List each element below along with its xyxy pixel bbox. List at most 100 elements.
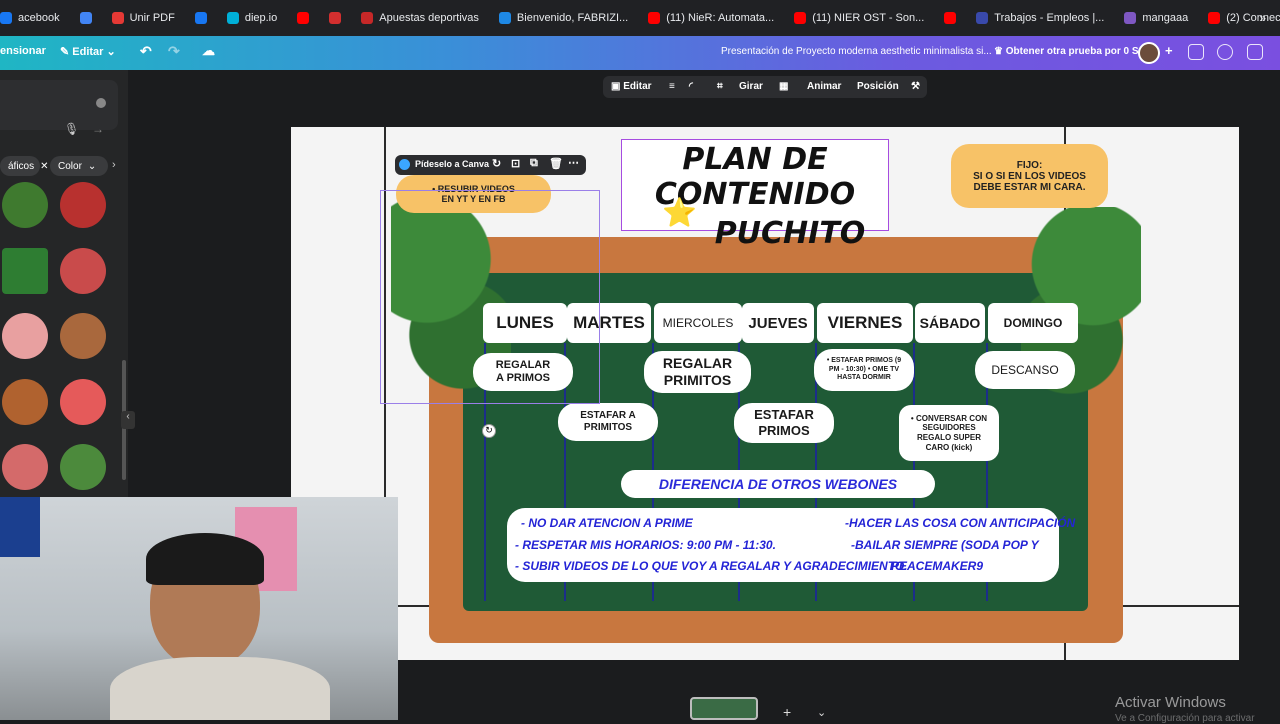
day-viernes[interactable]: VIERNES bbox=[817, 303, 913, 343]
bookmark-favicon-icon bbox=[1208, 12, 1221, 24]
comment-add-icon[interactable]: ↻ bbox=[492, 157, 501, 170]
bookmark-item[interactable]: mangaaa bbox=[1124, 12, 1188, 24]
lines-icon[interactable]: ≡ bbox=[669, 81, 675, 92]
delete-icon[interactable]: 🗑 bbox=[549, 157, 563, 170]
day-jueves[interactable]: JUEVES bbox=[742, 303, 814, 343]
paint-roller-icon[interactable]: ⚒ bbox=[911, 81, 920, 92]
day-label: SÁBADO bbox=[919, 315, 981, 331]
document-title[interactable]: Presentación de Proyecto moderna aesthet… bbox=[721, 46, 992, 57]
day-martes[interactable]: MARTES bbox=[567, 303, 651, 343]
bookmark-item[interactable]: Trabajos - Empleos |... bbox=[976, 12, 1104, 24]
bookmark-item[interactable] bbox=[297, 12, 310, 24]
close-icon[interactable]: ✕ bbox=[40, 161, 48, 172]
bookmark-label: Apuestas deportivas bbox=[379, 12, 479, 24]
rotate-handle-icon[interactable]: ↻ bbox=[482, 424, 496, 438]
corner-icon[interactable]: ◜ bbox=[689, 81, 693, 92]
filter-chip-color[interactable]: Color ⌄ bbox=[50, 156, 108, 176]
comment-icon[interactable] bbox=[1217, 44, 1233, 60]
add-collaborator-icon[interactable]: + bbox=[1165, 43, 1173, 58]
slide-title[interactable]: PLAN DE CONTENIDO PUCHITO ⭐ bbox=[621, 139, 889, 251]
redo-icon[interactable]: ↷ bbox=[168, 43, 180, 60]
wreath-sticker[interactable] bbox=[2, 182, 48, 228]
windows-activation-sub: Ve a Configuración para activar bbox=[1115, 713, 1255, 724]
candy-cane-sticker[interactable] bbox=[60, 378, 106, 425]
lock-icon[interactable]: ⊡ bbox=[511, 157, 520, 170]
bookmark-item[interactable]: (2) Connection faile... bbox=[1208, 12, 1280, 24]
bookmark-item[interactable] bbox=[194, 12, 207, 24]
bookmark-item[interactable]: Unir PDF bbox=[111, 12, 175, 24]
gingerbread-sticker[interactable] bbox=[2, 378, 48, 425]
resize-button[interactable]: ensionar bbox=[0, 45, 46, 57]
bookmark-item[interactable] bbox=[79, 12, 92, 24]
day-label: LUNES bbox=[496, 313, 554, 332]
bookmark-item[interactable]: (11) NIER OST - Son... bbox=[794, 12, 924, 24]
pill-estafar-ome[interactable]: • ESTAFAR PRIMOS (9 PM - 10:30) • OME TV… bbox=[814, 349, 914, 391]
transparency-icon[interactable]: ▦ bbox=[779, 81, 788, 92]
gift-sticker[interactable] bbox=[2, 444, 48, 491]
bookmark-item[interactable]: (11) NieR: Automata... bbox=[648, 12, 774, 24]
slide-thumbnail[interactable] bbox=[690, 697, 758, 720]
small-tree-sticker[interactable] bbox=[60, 444, 106, 491]
add-page-icon[interactable]: + bbox=[783, 704, 791, 720]
bookmark-item[interactable]: Apuestas deportivas bbox=[361, 12, 479, 24]
more-options-icon[interactable]: ⋯ bbox=[568, 156, 579, 169]
avatar[interactable] bbox=[1138, 42, 1160, 64]
duplicate-icon[interactable]: ⧉ bbox=[530, 157, 538, 170]
crop-icon[interactable]: ⌗ bbox=[717, 81, 723, 92]
bookmark-favicon-icon bbox=[1124, 12, 1137, 24]
bookmark-item[interactable] bbox=[329, 12, 342, 24]
present-icon[interactable] bbox=[1247, 44, 1263, 60]
cloud-save-icon[interactable]: ☁ bbox=[202, 43, 215, 59]
bookmark-label: mangaaa bbox=[1142, 12, 1189, 24]
pill-text: ESTAFAR PRIMOS bbox=[754, 407, 814, 438]
note-fijo-title: FIJO: bbox=[1016, 159, 1043, 171]
filter-chip-graphics[interactable]: áficos ✕ bbox=[0, 156, 49, 176]
bauble-sticker[interactable] bbox=[2, 313, 48, 360]
day-lunes[interactable]: LUNES bbox=[483, 303, 567, 343]
slide-canvas[interactable]: PLAN DE CONTENIDO PUCHITO ⭐ • RESUBIR VI… bbox=[291, 127, 1239, 660]
clear-icon[interactable] bbox=[96, 98, 106, 108]
pill-conversar[interactable]: • CONVERSAR CON SEGUIDORES REGALO SUPER … bbox=[899, 405, 999, 461]
bookmark-item[interactable]: diep.io bbox=[226, 12, 278, 24]
day-miercoles[interactable]: MIERCOLES bbox=[654, 303, 742, 343]
pill-regalar-primitos[interactable]: REGALAR PRIMITOS bbox=[644, 351, 751, 393]
bookmark-label: diep.io bbox=[244, 12, 278, 24]
holly-sticker[interactable] bbox=[60, 182, 106, 228]
bookmark-item[interactable]: Bienvenido, FABRIZI... bbox=[498, 12, 628, 24]
chevron-right-icon[interactable]: › bbox=[112, 159, 116, 171]
submit-arrow-icon[interactable]: → bbox=[92, 122, 104, 136]
collapse-panel-icon[interactable]: ‹ bbox=[121, 411, 135, 429]
difference-banner[interactable]: DIFERENCIA DE OTROS WEBONES bbox=[621, 470, 935, 498]
pill-descanso[interactable]: DESCANSO bbox=[975, 351, 1075, 389]
bookmark-favicon-icon bbox=[111, 12, 124, 24]
microphone-icon[interactable]: 🎙 bbox=[64, 122, 79, 136]
rule-item: - NO DAR ATENCION A PRIME bbox=[521, 516, 693, 530]
chevron-down-icon[interactable]: ⌄ bbox=[817, 706, 826, 719]
bookmark-favicon-icon bbox=[944, 12, 957, 24]
trial-button[interactable]: ♛ Obtener otra prueba por 0 S/ bbox=[994, 46, 1141, 57]
pill-regalar-primos[interactable]: REGALAR A PRIMOS bbox=[473, 353, 573, 391]
bookmark-item[interactable] bbox=[944, 12, 957, 24]
rotate-button[interactable]: Girar bbox=[739, 81, 763, 92]
bookmark-item[interactable]: acebook bbox=[0, 12, 60, 24]
edit-menu-button[interactable]: ✎ Editar ⌄ bbox=[60, 45, 116, 58]
pill-estafar-primos[interactable]: ESTAFAR PRIMOS bbox=[734, 403, 834, 443]
analytics-icon[interactable] bbox=[1188, 44, 1204, 60]
pill-estafar-primitos[interactable]: ESTAFAR A PRIMITOS bbox=[558, 403, 658, 441]
reindeer-sticker[interactable] bbox=[60, 313, 106, 360]
day-sabado[interactable]: SÁBADO bbox=[915, 303, 985, 343]
animate-button[interactable]: Animar bbox=[807, 81, 841, 92]
day-domingo[interactable]: DOMINGO bbox=[988, 303, 1078, 343]
ask-canva-button[interactable]: Pídeselo a Canva bbox=[415, 159, 489, 169]
position-button[interactable]: Posición bbox=[857, 81, 899, 92]
note-fijo[interactable]: FIJO: SI O SI EN LOS VIDEOS DEBE ESTAR M… bbox=[951, 144, 1108, 208]
bookmark-favicon-icon bbox=[226, 12, 239, 24]
rules-box[interactable]: - NO DAR ATENCION A PRIME - RESPETAR MIS… bbox=[507, 508, 1075, 582]
edit-image-button[interactable]: ▣ Editar bbox=[611, 81, 652, 92]
ornaments-sticker[interactable] bbox=[60, 247, 106, 294]
tree-sticker[interactable] bbox=[2, 247, 48, 294]
note-resubir[interactable]: • RESUBIR VIDEOS EN YT Y EN FB bbox=[396, 175, 551, 213]
undo-icon[interactable]: ↶ bbox=[140, 43, 152, 60]
pill-text: • CONVERSAR CON SEGUIDORES REGALO SUPER … bbox=[910, 413, 988, 452]
bookmarks-more-icon[interactable]: » bbox=[1259, 11, 1266, 25]
